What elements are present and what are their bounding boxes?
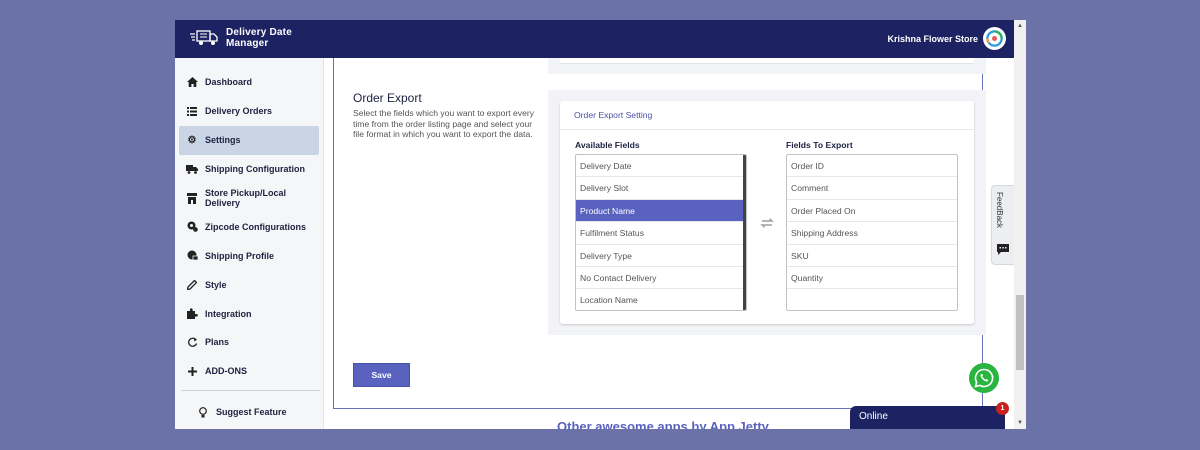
store-avatar[interactable]	[983, 27, 1006, 50]
whatsapp-icon	[974, 368, 994, 388]
store-logo-icon	[986, 30, 1003, 47]
sidebar-item-plans[interactable]: Plans	[175, 328, 323, 357]
sidebar-item-label: Suggest Feature	[216, 407, 287, 418]
sidebar-item-style[interactable]: Style	[175, 270, 323, 299]
delivery-truck-icon	[190, 30, 218, 45]
export-field-sku[interactable]: SKU	[787, 245, 957, 267]
previous-section-card	[548, 58, 986, 74]
lightbulb-icon	[197, 406, 209, 418]
save-button[interactable]: Save	[353, 363, 410, 387]
section-description: Select the fields which you want to expo…	[353, 108, 535, 139]
notification-badge: 1	[996, 402, 1009, 415]
export-field-shipping-address[interactable]: Shipping Address	[787, 222, 957, 245]
online-chat-widget[interactable]: Online	[850, 406, 1005, 429]
sidebar-item-label: Store Pickup/Local Delivery	[204, 188, 286, 208]
export-field-quantity[interactable]: Quantity	[787, 267, 957, 290]
feedback-tab[interactable]: FeedBack	[991, 185, 1014, 265]
pen-icon	[186, 279, 198, 291]
scroll-down-icon[interactable]: ▼	[1017, 420, 1023, 426]
store-icon	[186, 192, 198, 204]
export-field-comment[interactable]: Comment	[787, 177, 957, 200]
sidebar-item-suggest-feature[interactable]: Suggest Feature	[186, 398, 287, 427]
sidebar-item-zipcode-configurations[interactable]: Zipcode Configurations	[175, 212, 323, 241]
sidebar: Dashboard Delivery Orders ⚙ Settings Shi…	[175, 58, 324, 429]
sidebar-item-label: Integration	[205, 308, 252, 319]
plus-icon	[186, 365, 198, 377]
main-content: Order Export Select the fields which you…	[325, 58, 1014, 429]
app-logo[interactable]: Delivery Date Manager	[189, 27, 292, 49]
sidebar-item-label: Zipcode Configurations	[205, 221, 306, 232]
sidebar-divider	[181, 390, 320, 391]
fields-to-export-label: Fields To Export	[786, 140, 853, 150]
available-field-fulfilment-status[interactable]: Fulfilment Status	[576, 222, 746, 245]
sidebar-item-label: Dashboard	[205, 77, 253, 88]
sidebar-item-integration[interactable]: Integration	[175, 299, 323, 328]
available-field-delivery-type[interactable]: Delivery Type	[576, 245, 746, 267]
card-title: Order Export Setting	[560, 101, 974, 130]
available-fields-label: Available Fields	[575, 140, 640, 150]
sidebar-item-label: Shipping Configuration	[205, 164, 305, 175]
sidebar-nav: Dashboard Delivery Orders ⚙ Settings Shi…	[175, 58, 323, 386]
sidebar-item-label: ADD-ONS	[205, 366, 247, 377]
scrollbar-thumb[interactable]	[1016, 295, 1024, 370]
sidebar-item-add-ons[interactable]: ADD-ONS	[175, 357, 323, 386]
available-fields-list[interactable]: Delivery Date Delivery Slot Product Name…	[575, 154, 747, 311]
chat-bubble-icon	[997, 244, 1009, 255]
store-name[interactable]: Krishna Flower Store	[887, 34, 978, 44]
other-apps-heading: Other awesome apps by App Jetty	[557, 419, 769, 429]
sidebar-item-delivery-orders[interactable]: Delivery Orders	[175, 97, 323, 126]
scroll-up-icon[interactable]: ▲	[1017, 23, 1023, 29]
sidebar-item-settings[interactable]: ⚙ Settings	[179, 125, 319, 155]
sidebar-item-label: Style	[205, 279, 227, 290]
fields-to-export-list[interactable]: Order ID Comment Order Placed On Shippin…	[786, 154, 958, 311]
app-name-line1: Delivery Date	[226, 27, 292, 38]
export-field-order-placed-on[interactable]: Order Placed On	[787, 200, 957, 223]
page-scrollbar[interactable]: ▲ ▼	[1014, 20, 1026, 429]
export-field-order-id[interactable]: Order ID	[787, 155, 957, 178]
sidebar-item-store-pickup[interactable]: Store Pickup/Local Delivery	[175, 184, 323, 213]
available-field-delivery-slot[interactable]: Delivery Slot	[576, 177, 746, 200]
feedback-label: FeedBack	[995, 192, 1004, 229]
sidebar-item-label: Shipping Profile	[205, 250, 274, 261]
refresh-icon	[186, 336, 198, 348]
section-title: Order Export	[353, 91, 422, 105]
sidebar-item-label: Plans	[205, 337, 230, 348]
shipping-profile-icon	[186, 250, 198, 262]
order-export-card: Order Export Setting Available Fields Fi…	[560, 101, 974, 324]
available-field-delivery-date[interactable]: Delivery Date	[576, 155, 746, 178]
top-bar: Delivery Date Manager Krishna Flower Sto…	[175, 20, 1014, 58]
sidebar-item-shipping-profile[interactable]: Shipping Profile	[175, 241, 323, 270]
app-window: Delivery Date Manager Krishna Flower Sto…	[175, 20, 1026, 429]
available-field-no-contact-delivery[interactable]: No Contact Delivery	[576, 267, 746, 290]
home-icon	[186, 76, 198, 88]
app-name: Delivery Date Manager	[226, 27, 292, 49]
gear-icon: ⚙	[187, 134, 197, 146]
available-field-location-name[interactable]: Location Name	[576, 289, 746, 310]
app-name-line2: Manager	[226, 38, 269, 49]
list-icon	[186, 105, 198, 117]
whatsapp-button[interactable]	[969, 363, 999, 393]
truck-icon	[186, 163, 198, 175]
order-export-panel: Order Export Setting Available Fields Fi…	[548, 90, 986, 335]
location-icon	[186, 221, 198, 233]
available-field-product-name[interactable]: Product Name	[576, 199, 746, 223]
puzzle-icon	[186, 308, 198, 320]
sidebar-item-label: Settings	[205, 135, 241, 146]
sidebar-item-shipping-configuration[interactable]: Shipping Configuration	[175, 155, 323, 184]
previous-section-inner	[560, 58, 974, 64]
swap-arrows-icon[interactable]	[760, 218, 774, 228]
sidebar-item-label: Delivery Orders	[205, 106, 273, 117]
sidebar-item-dashboard[interactable]: Dashboard	[175, 68, 323, 97]
